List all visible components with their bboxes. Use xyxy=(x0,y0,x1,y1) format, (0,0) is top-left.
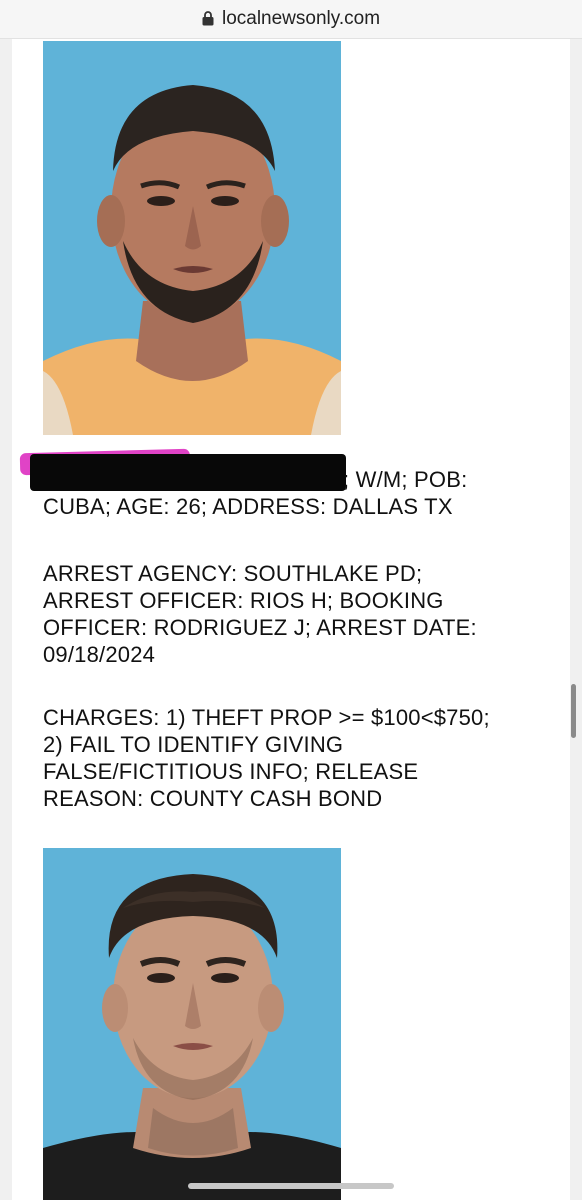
address-bar[interactable]: localnewsonly.com xyxy=(0,0,582,39)
mugshot-photo-2 xyxy=(43,848,341,1200)
record-arrest-info: ARREST AGENCY: SOUTHLAKE PD; ARREST OFFI… xyxy=(43,561,477,667)
record-age-address: CUBA; AGE: 26; ADDRESS: DALLAS TX xyxy=(43,494,453,519)
lock-icon xyxy=(202,10,214,25)
record-charges: CHARGES: 1) THEFT PROP >= $100<$750; 2) … xyxy=(43,705,490,811)
record-identity: ; W/M; POB: CUBA; AGE: 26; ADDRESS: DALL… xyxy=(43,466,563,520)
mugshot-illustration xyxy=(43,41,341,435)
scrollbar[interactable] xyxy=(571,684,576,738)
home-indicator[interactable] xyxy=(188,1183,394,1189)
mugshot-illustration-2 xyxy=(43,848,341,1200)
record-sex-race-pob: ; W/M; POB: xyxy=(343,467,468,492)
url-text: localnewsonly.com xyxy=(221,8,381,29)
mugshot-photo xyxy=(43,41,341,435)
